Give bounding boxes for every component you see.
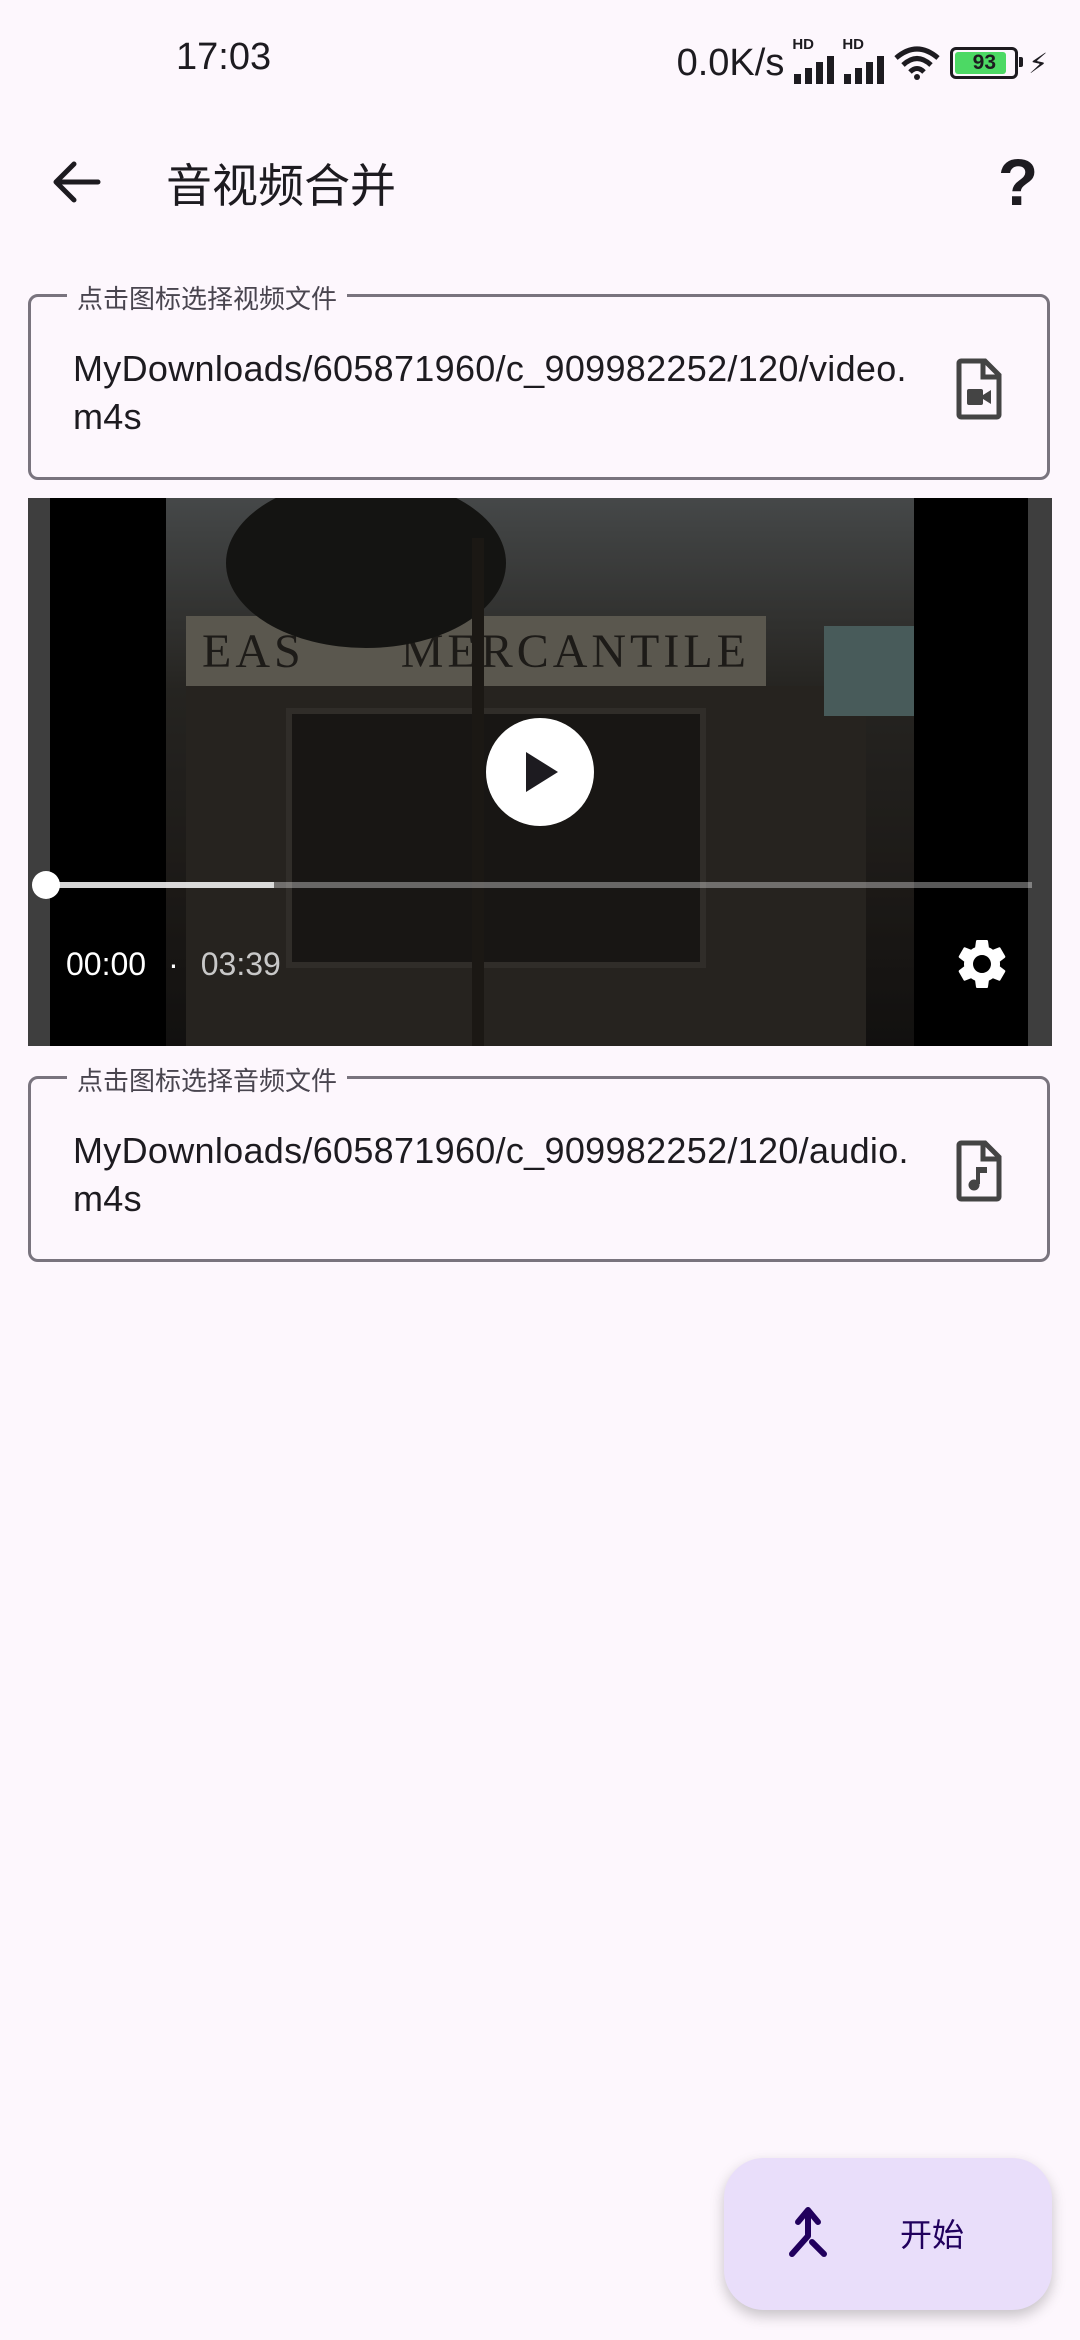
seek-bar-buffered [48, 882, 275, 888]
time-separator: · [168, 946, 179, 982]
video-file-field[interactable]: 点击图标选择视频文件 MyDownloads/605871960/c_90998… [28, 279, 1050, 480]
video-file-path: MyDownloads/605871960/c_909982252/120/vi… [73, 348, 907, 437]
signal-hd-label: HD [792, 36, 814, 53]
signal-icon: HD [842, 36, 885, 84]
battery-level: 93 [972, 51, 996, 74]
audio-file-field[interactable]: 点击图标选择音频文件 MyDownloads/605871960/c_90998… [28, 1061, 1050, 1262]
start-merge-button[interactable]: 开始 [724, 2158, 1052, 2310]
merge-icon [789, 2207, 827, 2257]
audio-file-icon[interactable] [947, 1139, 1011, 1203]
signal-icon: HD [792, 36, 835, 84]
status-time: 17:03 [176, 36, 272, 78]
settings-icon[interactable] [952, 934, 1012, 994]
help-button[interactable]: ? [980, 142, 1056, 222]
seek-bar[interactable] [48, 882, 1032, 888]
back-button[interactable] [40, 146, 112, 218]
charging-icon: ⚡ [1028, 47, 1048, 79]
video-field-label: 点击图标选择视频文件 [67, 279, 348, 316]
page-title: 音视频合并 [166, 160, 396, 212]
app-bar: 音视频合并 ? [0, 124, 1080, 236]
audio-field-label: 点击图标选择音频文件 [67, 1061, 348, 1098]
video-player[interactable]: EAS MERCANTILE 00:00 · 03:39 [28, 498, 1052, 1046]
duration: 03:39 [200, 946, 281, 982]
start-button-label: 开始 [900, 2217, 965, 2253]
video-file-icon[interactable] [947, 357, 1011, 421]
audio-file-path: MyDownloads/605871960/c_909982252/120/au… [73, 1130, 909, 1219]
arrow-back-icon [53, 161, 101, 203]
play-icon [526, 752, 558, 792]
net-speed: 0.0K/s [676, 41, 785, 84]
status-indicators: 0.0K/s HD HD 93 ⚡ [677, 36, 1048, 90]
wifi-icon [894, 46, 940, 80]
status-bar: 17:03 0.0K/s HD HD 93 ⚡ [0, 0, 1080, 124]
signal-hd-label: HD [842, 36, 864, 53]
seek-bar-thumb[interactable] [32, 871, 60, 899]
current-time: 00:00 [66, 946, 147, 982]
play-button[interactable] [486, 718, 594, 826]
time-display: 00:00 · 03:39 [66, 946, 281, 983]
battery-icon: 93 [950, 47, 1024, 79]
